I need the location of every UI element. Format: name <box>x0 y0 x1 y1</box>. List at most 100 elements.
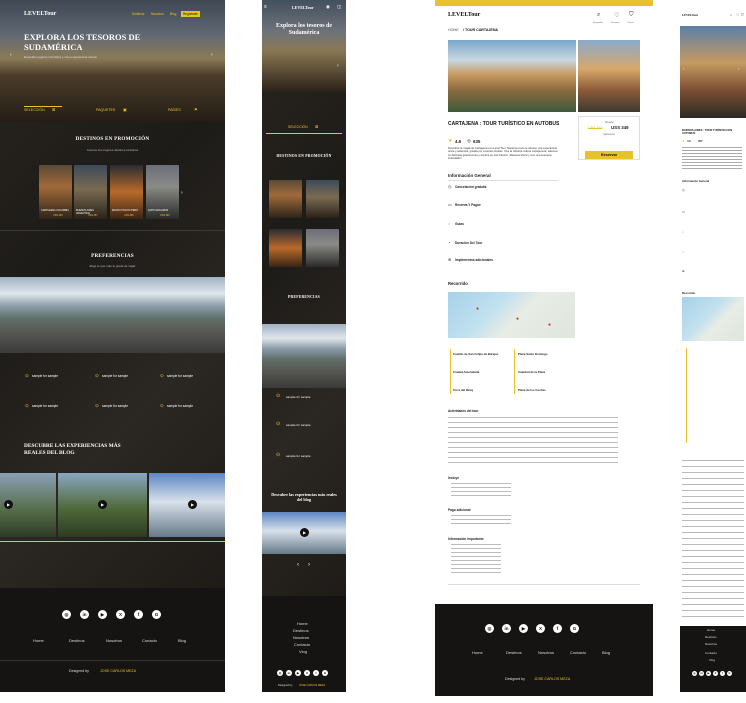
x-icon[interactable]: X <box>116 610 125 619</box>
footer-link-nosotros[interactable]: Nosotros <box>705 642 717 646</box>
search-icon[interactable]: ⌕ <box>597 12 600 19</box>
feature-title: sample for sample <box>32 374 59 378</box>
gallery-main-image[interactable] <box>448 40 576 112</box>
promo-card[interactable]: QUITO ECUADOR USS 299 <box>146 165 179 219</box>
nav-nosotros[interactable]: Nosotros <box>151 12 164 16</box>
play-icon[interactable]: ▶ <box>98 500 107 509</box>
youtube-icon[interactable]: ▶ <box>98 610 107 619</box>
hero-next-icon[interactable]: › <box>337 63 339 69</box>
tab-paises[interactable]: PAÍSES <box>168 108 181 112</box>
footer-link-nosotros[interactable]: Nosotros <box>538 650 554 655</box>
footer-link-destinos[interactable]: Destinos <box>705 635 717 639</box>
cart-icon[interactable]: ⛉ <box>629 12 634 19</box>
carousel-next-icon[interactable]: › <box>308 562 310 568</box>
carousel-prev-icon[interactable]: ‹ <box>297 562 299 568</box>
heart-icon[interactable]: ♡ <box>736 13 739 17</box>
heart-icon[interactable]: ♡ <box>614 12 619 19</box>
tab-seleccion[interactable]: SELECCIÓN <box>288 125 308 129</box>
play-icon[interactable]: ▶ <box>188 500 197 509</box>
tab-seleccion[interactable]: SELECCIÓN <box>24 108 45 112</box>
linkedin-icon[interactable]: in <box>286 670 292 676</box>
footer-link-contacto[interactable]: Contacto <box>705 651 717 655</box>
google-icon[interactable]: G <box>152 610 161 619</box>
menu-icon[interactable]: ≡ <box>264 4 267 10</box>
breadcrumb-home[interactable]: HOME <box>448 28 459 32</box>
cart-icon[interactable]: ◫ <box>337 4 341 10</box>
x-icon[interactable]: X <box>536 624 545 633</box>
gallery-prev-icon[interactable]: ‹ <box>683 66 684 71</box>
footer-link-home[interactable]: Home <box>33 638 44 643</box>
google-icon[interactable]: G <box>322 670 328 676</box>
facebook-icon[interactable]: f <box>134 610 143 619</box>
tab-paquetes[interactable]: PAQUETES <box>96 108 115 112</box>
footer-link-nosotros[interactable]: Nosotros <box>106 638 122 643</box>
desktop-detail-frame: LEVELTour ⌕ ♡ ⛉ Busqueda Favoritos Carri… <box>435 0 653 703</box>
promo-card[interactable] <box>306 180 339 218</box>
gallery-side-image[interactable] <box>578 40 640 112</box>
footer-link-home[interactable]: Home <box>297 621 308 626</box>
logo[interactable]: LEVELTour <box>292 5 314 10</box>
promo-card[interactable] <box>306 229 339 267</box>
route-map[interactable]: ● ● ● <box>448 292 575 338</box>
user-icon[interactable]: ◉ <box>326 4 330 10</box>
footer-link-home[interactable]: Home <box>707 628 715 632</box>
footer: Home Destinos Nosotros Contacto Vlog ◎ i… <box>262 596 346 692</box>
instagram-icon[interactable]: ◎ <box>277 670 283 676</box>
linkedin-icon[interactable]: in <box>502 624 511 633</box>
blog-video[interactable] <box>149 473 225 537</box>
nav-destinos[interactable]: Destinos <box>132 12 144 16</box>
includes-heading: Incluye <box>448 476 459 480</box>
search-icon[interactable]: ⌕ <box>730 13 732 17</box>
footer-link-contacto[interactable]: Contacto <box>570 650 586 655</box>
footer-link-destinos[interactable]: Destinos <box>506 650 522 655</box>
instagram-icon[interactable]: ◎ <box>62 610 71 619</box>
footer-link-home[interactable]: Home <box>472 650 483 655</box>
footer-link-contacto[interactable]: Conacto <box>142 638 157 643</box>
reserve-button[interactable]: Reservar <box>585 151 633 159</box>
facebook-icon[interactable]: f <box>720 671 725 676</box>
youtube-icon[interactable]: ▶ <box>519 624 528 633</box>
gallery-next-icon[interactable]: › <box>738 66 739 71</box>
nav-blog[interactable]: Blog <box>170 12 176 16</box>
register-button[interactable]: Regístrate <box>181 11 200 17</box>
footer-link-destinos[interactable]: Destinos <box>69 638 85 643</box>
linkedin-icon[interactable]: in <box>80 610 89 619</box>
promo-card[interactable] <box>269 180 302 218</box>
guide-icon: ◌ <box>682 230 684 234</box>
route-map[interactable] <box>682 297 744 341</box>
footer-link-vlog[interactable]: Vlog <box>709 658 715 662</box>
location-pin-icon: ⊙ <box>95 373 99 378</box>
cart-icon[interactable]: ⛉ <box>741 13 744 17</box>
play-icon[interactable]: ▶ <box>300 528 309 537</box>
instagram-icon[interactable]: ◎ <box>485 624 494 633</box>
hero-prev-icon[interactable]: ‹ <box>10 52 12 58</box>
x-icon[interactable]: X <box>713 671 718 676</box>
footer-link-blog[interactable]: Blog <box>178 638 186 643</box>
footer-link-destinos[interactable]: Destinos <box>293 628 309 633</box>
x-icon[interactable]: X <box>304 670 310 676</box>
promo-card[interactable]: BUENOS AIRES ARGENTINA USS 457 <box>74 165 107 219</box>
logo[interactable]: LEVELTour <box>24 11 56 17</box>
youtube-icon[interactable]: ▶ <box>706 671 711 676</box>
promo-card[interactable]: MACHU PICCHU PERÚ USS 399 <box>110 165 143 219</box>
promo-card[interactable]: CARTAGENA COLOMBIA USS 349 <box>39 165 72 219</box>
promo-next-icon[interactable]: › <box>181 190 183 196</box>
gallery-image[interactable]: ‹ › <box>680 26 746 118</box>
footer-link-vlog[interactable]: Vlog <box>299 649 307 654</box>
linkedin-icon[interactable]: in <box>699 671 704 676</box>
facebook-icon[interactable]: f <box>313 670 319 676</box>
clock-icon: ◔ <box>682 250 684 254</box>
promo-card[interactable] <box>269 229 302 267</box>
footer-link-contacto[interactable]: Contacto <box>294 642 310 647</box>
youtube-icon[interactable]: ▶ <box>295 670 301 676</box>
logo[interactable]: LEVELTour <box>682 13 698 17</box>
facebook-icon[interactable]: f <box>553 624 562 633</box>
hero-next-icon[interactable]: › <box>211 52 213 58</box>
instagram-icon[interactable]: ◎ <box>692 671 697 676</box>
footer-link-nosotros[interactable]: Nosotros <box>293 635 309 640</box>
google-icon[interactable]: G <box>727 671 732 676</box>
google-icon[interactable]: G <box>570 624 579 633</box>
play-icon[interactable]: ▶ <box>4 500 13 509</box>
logo[interactable]: LEVELTour <box>448 12 480 18</box>
footer-link-blog[interactable]: Blog <box>602 650 610 655</box>
